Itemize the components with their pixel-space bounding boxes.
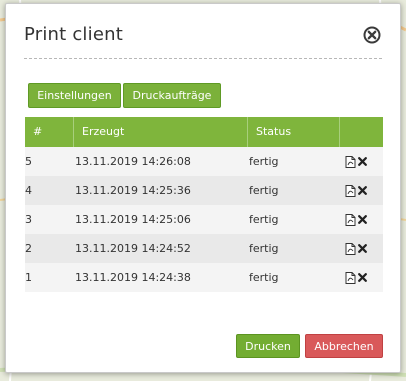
row-status: fertig [249,155,279,168]
table-row: 3 13.11.2019 14:25:06 fertig [25,205,383,234]
delete-icon[interactable] [358,186,367,195]
header-id: # [33,125,43,138]
table-row: 2 13.11.2019 14:24:52 fertig [25,234,383,263]
row-status: fertig [249,271,279,284]
pdf-icon[interactable] [345,214,356,226]
delete-icon[interactable] [358,157,367,166]
header-created: Erzeugt [73,117,247,147]
table-header: # Erzeugt Status [25,117,383,147]
pdf-icon[interactable] [345,243,356,255]
row-id: 1 [25,271,32,284]
row-status: fertig [249,184,279,197]
table-row: 4 13.11.2019 14:25:36 fertig [25,176,383,205]
settings-tab-button[interactable]: Einstellungen [28,83,121,108]
pdf-icon[interactable] [345,185,356,197]
print-client-dialog: Print client Einstellungen Druckaufträge… [5,3,401,373]
print-jobs-tab-button[interactable]: Druckaufträge [123,83,221,108]
row-id: 2 [25,242,32,255]
title-divider [24,58,382,59]
close-icon[interactable] [363,26,381,44]
print-button[interactable]: Drucken [236,334,300,358]
row-created: 13.11.2019 14:24:38 [75,271,191,284]
table-row: 1 13.11.2019 14:24:38 fertig [25,263,383,292]
row-id: 3 [25,213,32,226]
row-id: 5 [25,155,32,168]
table-row: 5 13.11.2019 14:26:08 fertig [25,147,383,176]
delete-icon[interactable] [358,273,367,282]
row-status: fertig [249,242,279,255]
row-created: 13.11.2019 14:26:08 [75,155,191,168]
pdf-icon[interactable] [345,156,356,168]
row-created: 13.11.2019 14:24:52 [75,242,191,255]
row-id: 4 [25,184,32,197]
row-created: 13.11.2019 14:25:06 [75,213,191,226]
pdf-icon[interactable] [345,272,356,284]
header-actions [339,117,383,147]
delete-icon[interactable] [358,244,367,253]
delete-icon[interactable] [358,215,367,224]
dialog-title: Print client [24,24,123,45]
cancel-button[interactable]: Abbrechen [305,334,383,358]
row-status: fertig [249,213,279,226]
print-jobs-table: # Erzeugt Status 5 13.11.2019 14:26:08 f… [25,117,383,292]
row-created: 13.11.2019 14:25:36 [75,184,191,197]
header-status: Status [247,117,339,147]
